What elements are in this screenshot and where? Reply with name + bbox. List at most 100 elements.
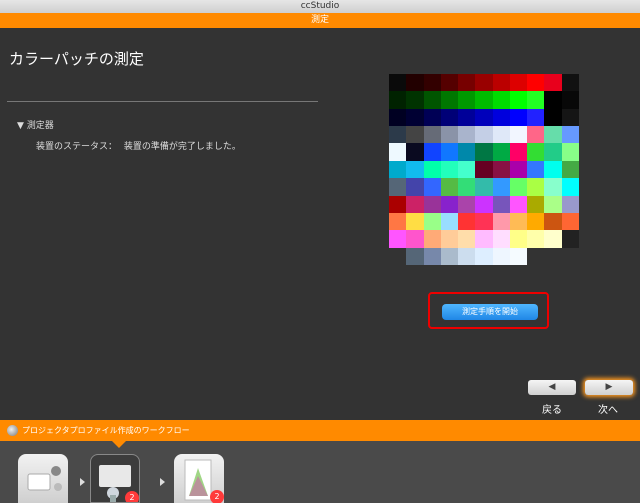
color-patch (423, 230, 441, 248)
active-step-notch (112, 441, 126, 448)
color-patch (423, 108, 441, 127)
next-label: 次へ (598, 405, 618, 416)
color-patch (527, 247, 545, 265)
color-patch (423, 143, 441, 161)
color-patch (492, 126, 510, 144)
color-patch (509, 247, 528, 265)
color-patch (527, 195, 545, 213)
color-patch (561, 195, 579, 213)
color-patch (389, 195, 407, 213)
color-patch (423, 91, 441, 109)
color-patch (475, 195, 493, 213)
workflow-step-profile[interactable]: 2 (174, 454, 224, 503)
step-badge: 2 (125, 491, 139, 502)
color-patch (475, 230, 493, 248)
color-patch (475, 108, 493, 127)
color-patch (509, 108, 528, 127)
color-patch (440, 230, 459, 248)
color-patch (527, 230, 545, 248)
color-patch (509, 143, 528, 161)
page-title: カラーパッチの測定 (9, 50, 144, 68)
start-measure-button[interactable]: 測定手順を開始 (442, 304, 538, 320)
color-patch (440, 126, 459, 144)
color-patch (458, 178, 476, 196)
color-patch (475, 126, 493, 144)
step-arrow-1 (80, 478, 85, 486)
color-patch (561, 160, 579, 179)
divider (7, 101, 318, 102)
step-badge: 2 (210, 490, 224, 503)
main-panel: カラーパッチの測定 ▼ 測定器 装置のステータス： 装置の準備が完了しました。 … (0, 28, 640, 420)
color-patch (492, 195, 510, 213)
color-patch (527, 108, 545, 127)
color-patch (475, 212, 493, 231)
workflow-step-projector[interactable] (18, 454, 68, 503)
color-patch (527, 178, 545, 196)
color-patch (423, 247, 441, 265)
color-patch (440, 74, 459, 92)
color-patch (389, 143, 407, 161)
color-patch (406, 247, 424, 265)
color-patch (561, 108, 579, 127)
color-patch (509, 91, 528, 109)
color-patch (475, 178, 493, 196)
color-patch (440, 247, 459, 265)
color-patch (544, 195, 562, 213)
color-patch (561, 178, 579, 196)
next-button[interactable]: ▶ (585, 380, 633, 395)
color-patch (492, 74, 510, 92)
color-patch (458, 247, 476, 265)
color-patch (440, 108, 459, 127)
status-value: 装置の準備が完了しました。 (123, 142, 241, 152)
color-patch (509, 195, 528, 213)
color-patch (389, 108, 407, 127)
topbar-title: 測定 (310, 15, 329, 25)
color-patch (458, 230, 476, 248)
color-patch (492, 143, 510, 161)
color-patch (475, 160, 493, 179)
color-patch (492, 178, 510, 196)
color-patch (440, 195, 459, 213)
color-patch (406, 195, 424, 213)
color-patch (440, 212, 459, 231)
color-patch (527, 160, 545, 179)
workflow-title: プロジェクタプロファイル作成のワークフロー (22, 426, 190, 435)
color-patch (561, 91, 579, 109)
color-patch (440, 178, 459, 196)
color-patch (440, 143, 459, 161)
disclosure-triangle-icon: ▼ (17, 121, 24, 131)
workflow-step-measure[interactable]: 2 (90, 454, 140, 503)
color-patch (561, 143, 579, 161)
color-patch (389, 247, 407, 265)
color-patch (492, 108, 510, 127)
color-patch (389, 160, 407, 179)
color-patch (509, 212, 528, 231)
color-patch (406, 160, 424, 179)
top-orange-bar: 測定 (0, 13, 640, 28)
color-patch (406, 230, 424, 248)
color-patch (509, 74, 528, 92)
color-patch (458, 212, 476, 231)
color-patch (544, 178, 562, 196)
color-patch (544, 108, 562, 127)
color-patch (406, 212, 424, 231)
color-patch (544, 160, 562, 179)
color-patch (406, 126, 424, 144)
section-label: 測定器 (26, 121, 54, 131)
step-arrow-2 (160, 478, 165, 486)
color-patch (458, 195, 476, 213)
color-patch (423, 212, 441, 231)
color-patch (561, 126, 579, 144)
color-patch (389, 212, 407, 231)
color-patch (406, 74, 424, 92)
back-label: 戻る (542, 405, 562, 416)
back-button[interactable]: ◀ (528, 380, 576, 395)
section-toggle-measuring-device[interactable]: ▼ 測定器 (17, 118, 54, 131)
color-patch-grid (389, 74, 579, 265)
color-patch (475, 247, 493, 265)
color-patch (458, 143, 476, 161)
color-patch (544, 230, 562, 248)
color-patch (527, 74, 545, 92)
color-patch (561, 74, 579, 92)
color-patch (458, 91, 476, 109)
